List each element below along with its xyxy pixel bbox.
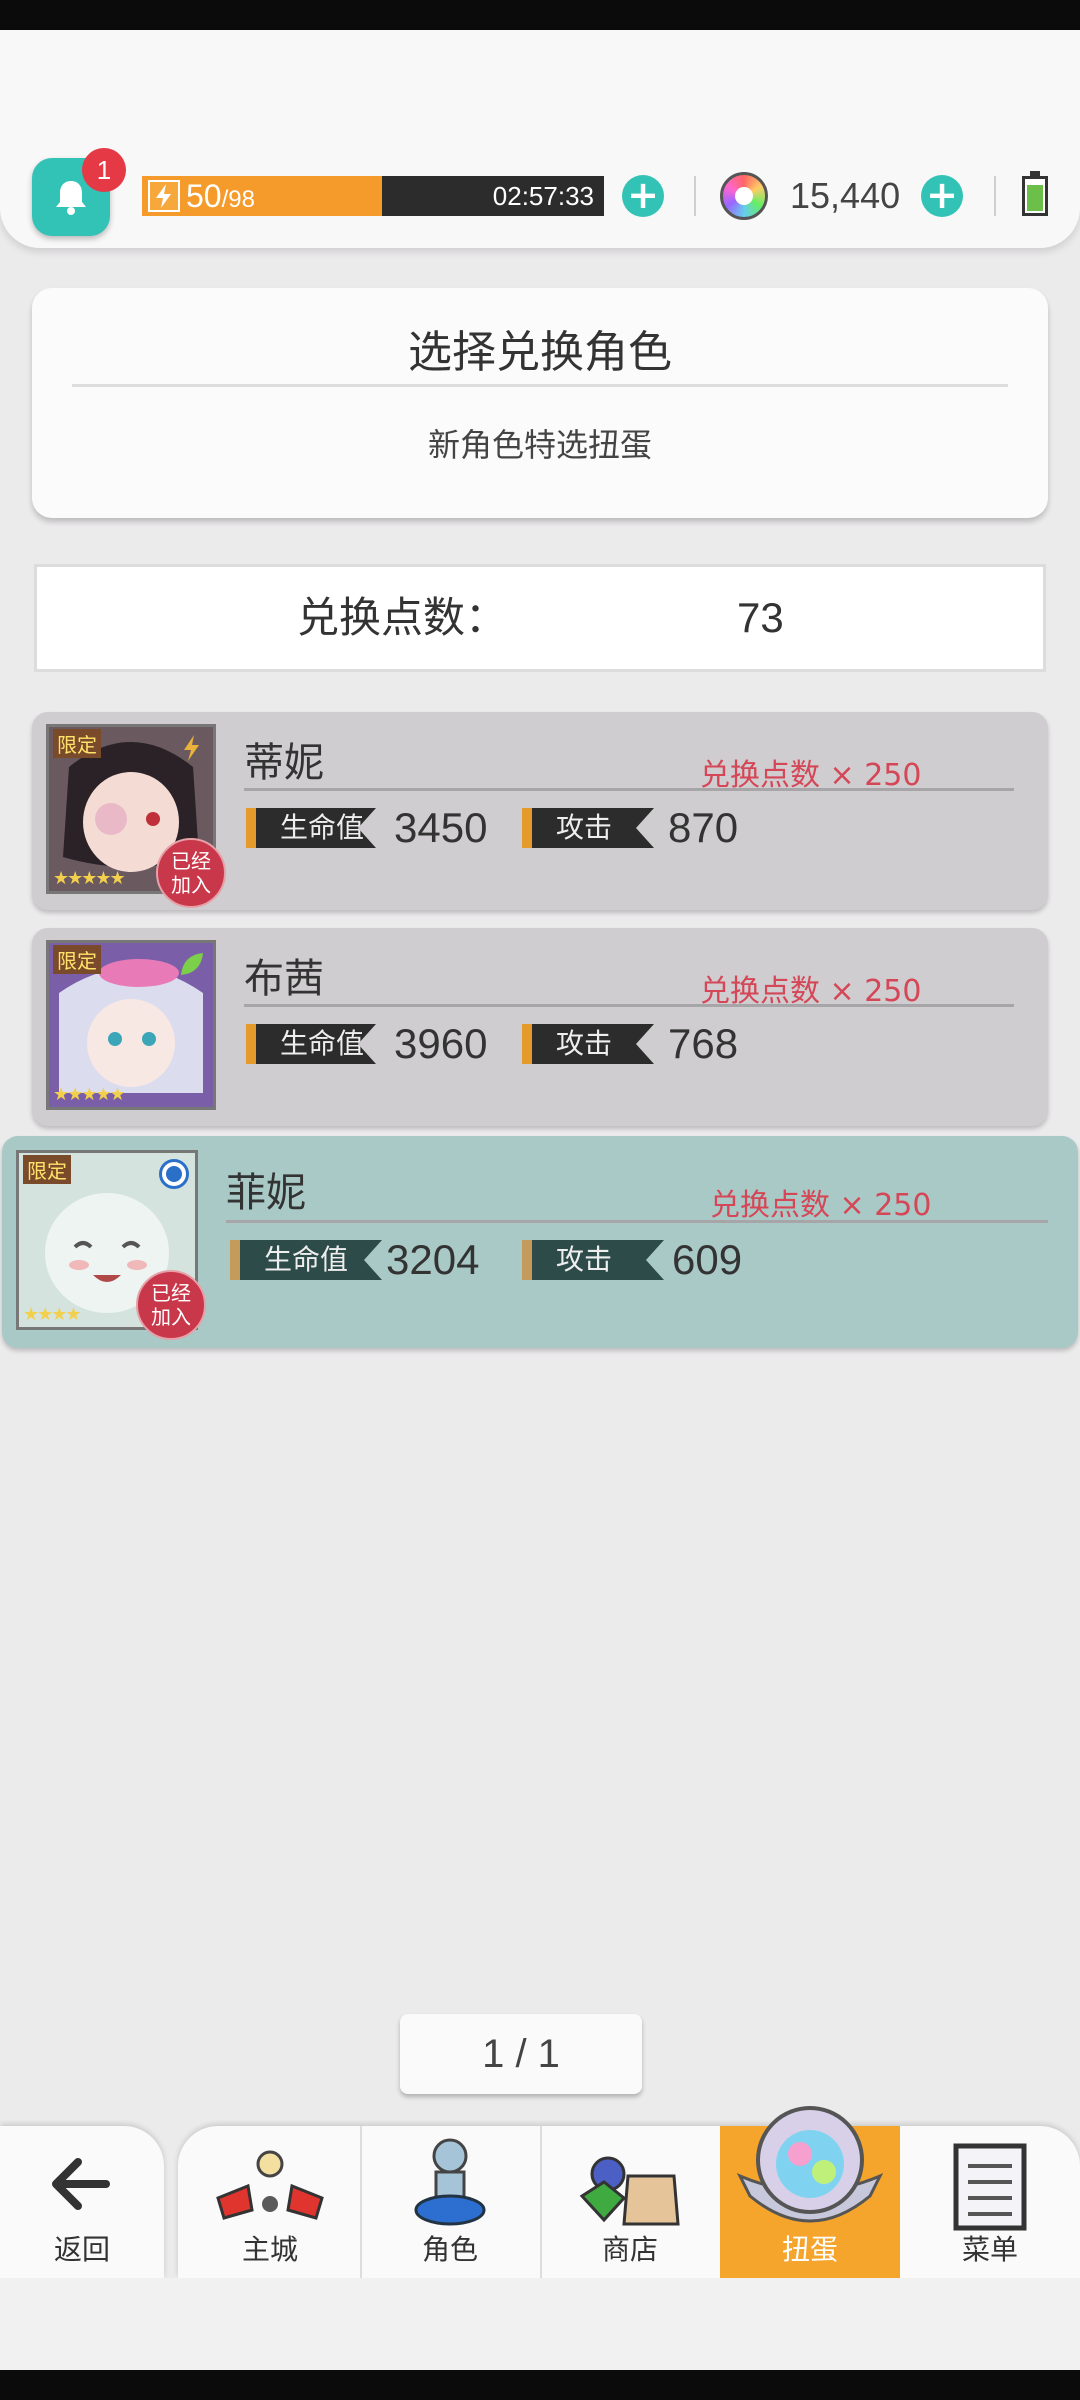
character-portrait: 限定 ★★★★★ <box>46 940 216 1110</box>
attack-value: 870 <box>668 804 739 851</box>
gacha-orb-icon <box>736 2106 884 2223</box>
divider <box>994 176 996 216</box>
status-bar <box>0 0 1080 30</box>
rarity-stars: ★★★★ <box>23 1304 82 1325</box>
exchange-cost: 兑换点数 × 250 <box>700 758 922 793</box>
page-title: 选择兑换角色 <box>408 327 672 378</box>
joined-badge: 已经 加入 <box>156 838 226 908</box>
exchange-points-value: 73 <box>737 594 784 641</box>
system-bottom-bar <box>0 2370 1080 2400</box>
nav-item-main-city[interactable]: 主城 <box>180 2126 360 2278</box>
nav-item-characters[interactable]: 角色 <box>360 2126 540 2278</box>
exchange-cost: 兑换点数 × 250 <box>700 974 922 1009</box>
exchange-points-label: 兑换点数： <box>297 593 508 642</box>
rarity-stars: ★★★★★ <box>53 868 126 889</box>
limited-tag: 限定 <box>23 1155 71 1184</box>
nav-label: 商店 <box>601 2233 658 2266</box>
character-card-buqian[interactable]: 限定 ★★★★★ 布茜 兑换点数 × 250 生命值 3960 攻击 768 <box>32 928 1048 1126</box>
selection-title-card: 选择兑换角色 新角色特选扭蛋 <box>32 288 1048 518</box>
hp-value: 3450 <box>394 804 488 851</box>
back-arrow-icon <box>52 2158 110 2210</box>
stamina-value: 50/98 <box>186 176 255 216</box>
castle-icon <box>216 2150 324 2220</box>
page-subtitle: 新角色特选扭蛋 <box>427 426 652 464</box>
divider <box>694 176 696 216</box>
shop-bag-icon <box>579 2156 680 2226</box>
hp-value: 3204 <box>386 1236 480 1283</box>
menu-list-icon <box>953 2143 1027 2231</box>
nav-item-shop[interactable]: 商店 <box>540 2126 720 2278</box>
joined-badge: 已经 加入 <box>136 1270 206 1340</box>
lightning-element-icon <box>177 733 207 763</box>
hp-value: 3960 <box>394 1020 488 1067</box>
exchange-cost: 兑换点数 × 250 <box>710 1188 932 1223</box>
stamina-current: 50 <box>186 178 222 214</box>
hp-label: 生命值 <box>246 808 376 848</box>
back-label: 返回 <box>53 2233 110 2266</box>
nav-label: 菜单 <box>961 2233 1018 2266</box>
character-name: 蒂妮 <box>244 740 324 786</box>
attack-label: 攻击 <box>522 1024 654 1064</box>
leaf-element-icon <box>177 949 207 979</box>
limited-tag: 限定 <box>53 729 101 758</box>
character-icon <box>414 2138 486 2226</box>
attack-value: 768 <box>668 1020 739 1067</box>
battery-icon <box>1022 176 1048 216</box>
nav-label: 角色 <box>421 2233 478 2266</box>
character-name: 布茜 <box>244 956 324 1002</box>
page-indicator: 1 / 1 <box>400 2014 642 2094</box>
nav-item-gacha[interactable]: 扭蛋 <box>720 2106 900 2278</box>
water-element-icon <box>159 1159 189 1189</box>
divider <box>72 384 1008 387</box>
exchange-points-panel: 兑换点数： 73 <box>34 564 1046 672</box>
limited-tag: 限定 <box>53 945 101 974</box>
hp-label: 生命值 <box>246 1024 376 1064</box>
character-name: 菲妮 <box>226 1170 306 1216</box>
character-card-tini[interactable]: 限定 ★★★★★ 已经 加入 蒂妮 兑换点数 × 250 生命值 3450 攻击 … <box>32 712 1048 910</box>
stamina-bar: 50/98 02:57:33 <box>142 176 604 216</box>
nav-label: 主城 <box>241 2233 298 2266</box>
rarity-stars: ★★★★★ <box>53 1084 126 1105</box>
stamina-timer: 02:57:33 <box>492 181 594 211</box>
hp-label: 生命值 <box>230 1240 382 1280</box>
stamina-max: /98 <box>221 186 255 213</box>
gem-icon <box>720 172 768 220</box>
lightning-icon <box>148 180 180 212</box>
add-gems-button[interactable]: + <box>921 175 963 217</box>
attack-label: 攻击 <box>522 808 654 848</box>
gesture-area <box>0 2278 1080 2370</box>
attack-value: 609 <box>672 1236 743 1283</box>
notification-badge: 1 <box>82 148 126 192</box>
gem-count: 15,440 <box>790 175 901 216</box>
bell-icon <box>56 181 86 215</box>
add-stamina-button[interactable]: + <box>622 175 664 217</box>
nav-item-menu[interactable]: 菜单 <box>900 2126 1080 2278</box>
attack-label: 攻击 <box>522 1240 664 1280</box>
nav-label: 扭蛋 <box>781 2233 838 2266</box>
character-card-feini[interactable]: 限定 ★★★★ 已经 加入 菲妮 兑换点数 × 250 生命值 3204 攻击 6… <box>2 1136 1078 1348</box>
back-button[interactable]: 返回 <box>0 2126 164 2278</box>
